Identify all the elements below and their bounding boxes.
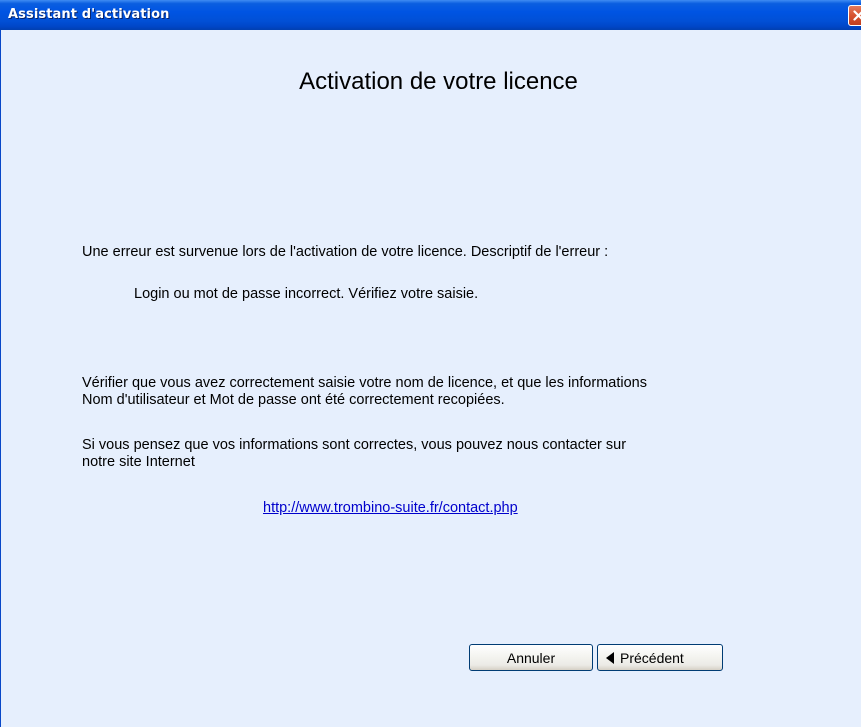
close-button[interactable] <box>848 5 861 26</box>
cancel-button-label: Annuler <box>506 649 556 666</box>
left-arrow-icon <box>606 651 614 664</box>
window-title: Assistant d'activation <box>8 7 170 22</box>
check-instructions-line-2: Nom d'utilisateur et Mot de passe ont ét… <box>82 392 505 408</box>
cancel-button[interactable]: Annuler <box>469 644 593 671</box>
title-bar[interactable]: Assistant d'activation <box>0 0 861 30</box>
wizard-page: Activation de votre licence Une erreur e… <box>0 30 861 727</box>
previous-button-label: Précédent <box>620 649 684 666</box>
page-title: Activation de votre licence <box>299 68 578 95</box>
contact-text-line-2: notre site Internet <box>82 454 195 470</box>
close-icon <box>853 10 861 21</box>
contact-text-line-1: Si vous pensez que vos informations sont… <box>82 437 627 453</box>
check-instructions-line-1: Vérifier que vous avez correctement sais… <box>82 375 647 391</box>
activation-wizard-window: Assistant d'activation Activation de vot… <box>0 0 861 727</box>
previous-button[interactable]: Précédent <box>597 644 723 671</box>
error-detail-text: Login ou mot de passe incorrect. Vérifie… <box>134 286 479 302</box>
error-intro-text: Une erreur est survenue lors de l'activa… <box>82 244 609 260</box>
contact-link[interactable]: http://www.trombino-suite.fr/contact.php <box>263 500 518 516</box>
